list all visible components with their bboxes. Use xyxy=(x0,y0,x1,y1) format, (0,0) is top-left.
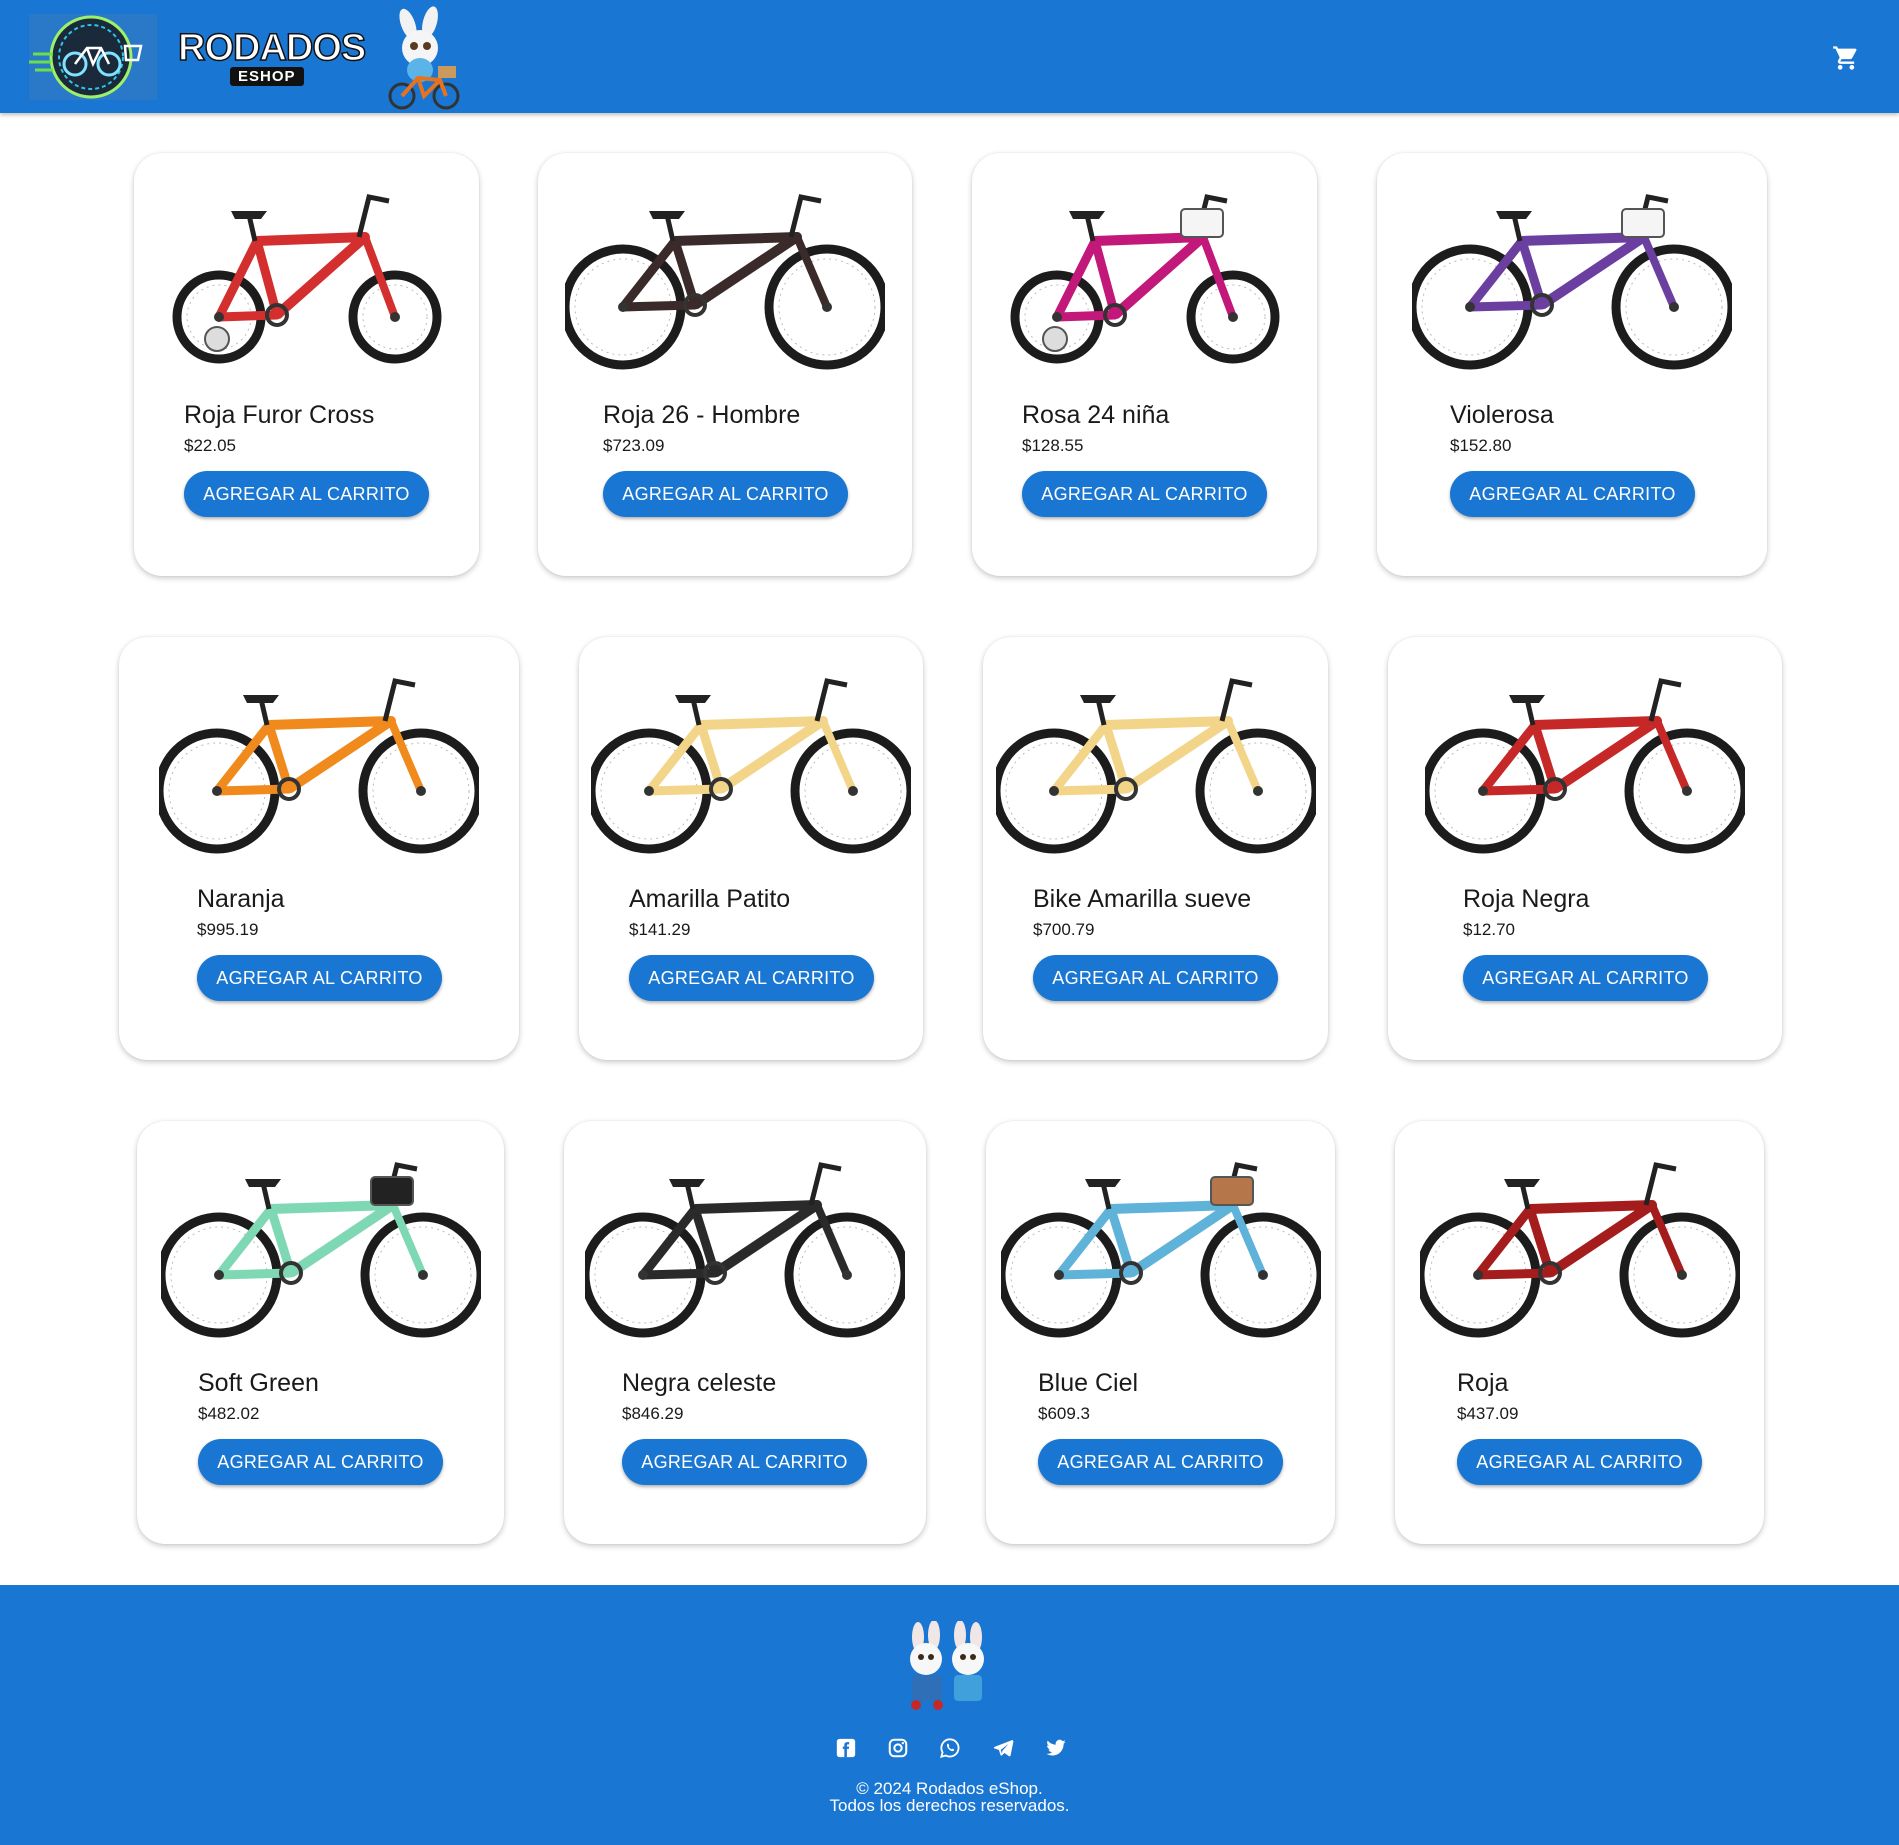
product-card[interactable]: Roja 26 - Hombre $723.09 AGREGAR AL CARR… xyxy=(538,153,912,576)
add-to-cart-button[interactable]: AGREGAR AL CARRITO xyxy=(1038,1439,1283,1485)
product-card[interactable]: Rosa 24 niña $128.55 AGREGAR AL CARRITO xyxy=(972,153,1317,576)
bicycle-image[interactable] xyxy=(580,1147,910,1347)
product-name: Roja 26 - Hombre xyxy=(603,401,801,429)
product-price: $437.09 xyxy=(1457,1404,1519,1423)
product-name: Rosa 24 niña xyxy=(1022,401,1170,429)
add-to-cart-button[interactable]: AGREGAR AL CARRITO xyxy=(1022,471,1267,517)
product-name: Negra celeste xyxy=(622,1369,777,1397)
cart-button[interactable] xyxy=(1826,38,1866,78)
add-to-cart-button[interactable]: AGREGAR AL CARRITO xyxy=(184,471,429,517)
facebook-icon[interactable] xyxy=(833,1735,859,1761)
bicycle-image[interactable] xyxy=(147,179,467,379)
twitter-icon[interactable] xyxy=(1043,1735,1069,1761)
bicycle-image[interactable] xyxy=(985,179,1305,379)
bicycle-image[interactable] xyxy=(1420,663,1750,863)
product-price: $141.29 xyxy=(629,920,691,939)
bunny-mascots-icon xyxy=(896,1620,1004,1713)
product-name: Roja xyxy=(1457,1369,1509,1397)
bicycle-image[interactable] xyxy=(156,1147,485,1347)
bunny-on-bike-icon xyxy=(378,6,470,112)
product-price: $128.55 xyxy=(1022,436,1084,455)
bicycle-image[interactable] xyxy=(996,1147,1325,1347)
product-price: $700.79 xyxy=(1033,920,1095,939)
product-name: Soft Green xyxy=(198,1369,319,1397)
bicycle-image[interactable] xyxy=(991,663,1320,863)
telegram-icon[interactable] xyxy=(990,1735,1016,1761)
product-price: $995.19 xyxy=(197,920,259,939)
product-card[interactable]: Roja $437.09 AGREGAR AL CARRITO xyxy=(1395,1121,1764,1544)
product-card[interactable]: Blue Ciel $609.3 AGREGAR AL CARRITO xyxy=(986,1121,1335,1544)
product-name: Roja Furor Cross xyxy=(184,401,375,429)
footer: © 2024 Rodados eShop. Todos los derechos… xyxy=(0,1585,1899,1845)
instagram-icon[interactable] xyxy=(885,1735,911,1761)
product-name: Amarilla Patito xyxy=(629,885,791,913)
brand-main-text: RODADOS xyxy=(177,27,367,69)
bike-cart-logo-icon[interactable] xyxy=(29,14,157,100)
product-price: $723.09 xyxy=(603,436,665,455)
add-to-cart-button[interactable]: AGREGAR AL CARRITO xyxy=(629,955,874,1001)
product-price: $609.3 xyxy=(1038,1404,1090,1423)
bicycle-image[interactable] xyxy=(586,663,916,863)
product-name: Blue Ciel xyxy=(1038,1369,1139,1397)
add-to-cart-button[interactable]: AGREGAR AL CARRITO xyxy=(603,471,848,517)
product-card[interactable]: Violerosa $152.80 AGREGAR AL CARRITO xyxy=(1377,153,1767,576)
product-card[interactable]: Amarilla Patito $141.29 AGREGAR AL CARRI… xyxy=(579,637,923,1060)
product-name: Bike Amarilla sueve xyxy=(1033,885,1252,913)
bicycle-image[interactable] xyxy=(154,663,484,863)
add-to-cart-button[interactable]: AGREGAR AL CARRITO xyxy=(622,1439,867,1485)
bicycle-image[interactable] xyxy=(560,179,890,379)
add-to-cart-button[interactable]: AGREGAR AL CARRITO xyxy=(1450,471,1695,517)
add-to-cart-button[interactable]: AGREGAR AL CARRITO xyxy=(198,1439,443,1485)
product-card[interactable]: Negra celeste $846.29 AGREGAR AL CARRITO xyxy=(564,1121,926,1544)
copyright-line-2: Todos los derechos reservados. xyxy=(829,1796,1070,1815)
product-price: $12.70 xyxy=(1463,920,1515,939)
product-card[interactable]: Soft Green $482.02 AGREGAR AL CARRITO xyxy=(137,1121,504,1544)
whatsapp-icon[interactable] xyxy=(937,1735,963,1761)
product-card[interactable]: Roja Furor Cross $22.05 AGREGAR AL CARRI… xyxy=(134,153,479,576)
brand-logo[interactable]: RODADOS ESHOP xyxy=(177,27,367,86)
product-card[interactable]: Naranja $995.19 AGREGAR AL CARRITO xyxy=(119,637,519,1060)
product-price: $846.29 xyxy=(622,1404,684,1423)
bicycle-image[interactable] xyxy=(1415,1147,1744,1347)
product-card[interactable]: Bike Amarilla sueve $700.79 AGREGAR AL C… xyxy=(983,637,1328,1060)
product-price: $152.80 xyxy=(1450,436,1512,455)
add-to-cart-button[interactable]: AGREGAR AL CARRITO xyxy=(197,955,442,1001)
add-to-cart-button[interactable]: AGREGAR AL CARRITO xyxy=(1463,955,1708,1001)
product-name: Violerosa xyxy=(1450,401,1554,429)
product-name: Naranja xyxy=(197,885,285,913)
shopping-cart-icon xyxy=(1833,46,1857,70)
product-card[interactable]: Roja Negra $12.70 AGREGAR AL CARRITO xyxy=(1388,637,1782,1060)
brand-sub-text: ESHOP xyxy=(230,67,304,86)
app-header: RODADOS ESHOP xyxy=(0,0,1899,113)
add-to-cart-button[interactable]: AGREGAR AL CARRITO xyxy=(1457,1439,1702,1485)
product-price: $22.05 xyxy=(184,436,236,455)
bicycle-image[interactable] xyxy=(1407,179,1737,379)
add-to-cart-button[interactable]: AGREGAR AL CARRITO xyxy=(1033,955,1278,1001)
product-name: Roja Negra xyxy=(1463,885,1590,913)
product-price: $482.02 xyxy=(198,1404,260,1423)
